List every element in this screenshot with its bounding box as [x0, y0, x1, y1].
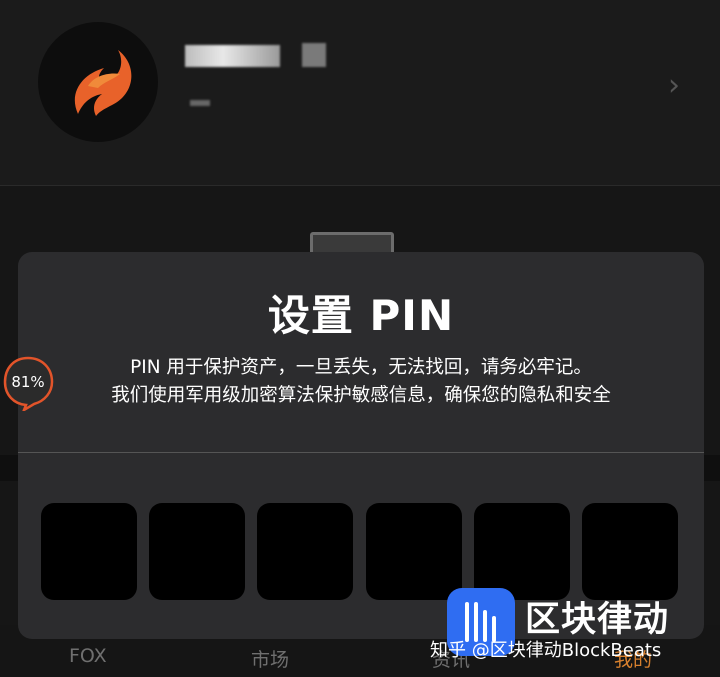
pin-input-group[interactable]	[41, 503, 681, 600]
progress-badge-text: 81%	[11, 373, 45, 391]
pin-digit-3[interactable]	[257, 503, 353, 600]
pin-digit-6[interactable]	[582, 503, 678, 600]
watermark-brand: 区块律动	[525, 600, 670, 640]
pin-digit-5[interactable]	[474, 503, 570, 600]
pin-digit-1[interactable]	[41, 503, 137, 600]
set-pin-dialog: 设置 PIN PIN 用于保护资产，一旦丢失，无法找回，请务必牢记。 我们使用军…	[18, 252, 704, 639]
tab-fox[interactable]: FOX	[69, 645, 107, 667]
pin-digit-4[interactable]	[366, 503, 462, 600]
dialog-title: 设置 PIN	[267, 291, 455, 340]
profile-header[interactable]: ›	[0, 0, 720, 186]
username-blurred	[185, 45, 280, 67]
description-line-1: PIN 用于保护资产，一旦丢失，无法找回，请务必牢记。	[130, 357, 592, 378]
watermark-handle: 知乎 @区块律动BlockBeats	[430, 640, 662, 661]
chevron-right-icon[interactable]: ›	[668, 68, 680, 103]
flame-logo-icon	[74, 50, 132, 116]
avatar	[38, 22, 158, 142]
subtitle-blurred	[190, 100, 210, 106]
tab-market[interactable]: 市场	[251, 645, 289, 672]
username-blurred-part	[302, 43, 326, 67]
progress-badge[interactable]: 81%	[2, 355, 54, 413]
dialog-divider	[18, 452, 704, 453]
pin-digit-2[interactable]	[149, 503, 245, 600]
dialog-description: PIN 用于保护资产，一旦丢失，无法找回，请务必牢记。 我们使用军用级加密算法保…	[18, 354, 704, 410]
description-line-2: 我们使用军用级加密算法保护敏感信息，确保您的隐私和安全	[111, 385, 611, 406]
